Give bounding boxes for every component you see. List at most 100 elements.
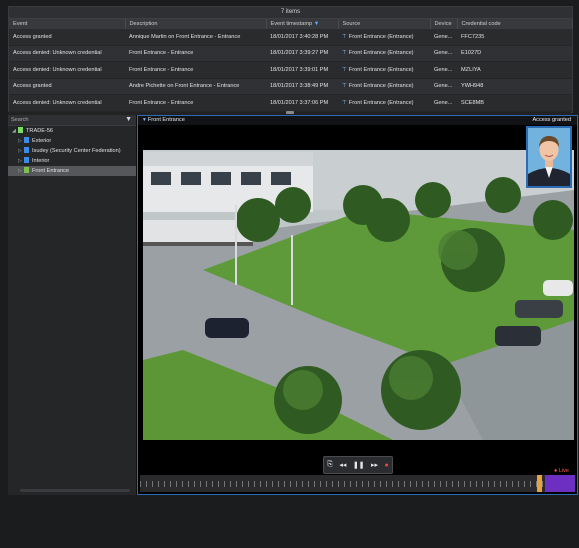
event-cell: ⊤ Front Entrance (Entrance) bbox=[338, 94, 430, 112]
tree-item-label: Isudey (Security Center Federation) bbox=[32, 148, 121, 154]
tree-item-label: TRADE-56 bbox=[26, 128, 54, 134]
event-cell-text: 18/01/2017 3:39:27 PM bbox=[270, 50, 329, 57]
event-cell-text: Access denied: Unknown credential bbox=[13, 66, 102, 73]
event-cell-text: 18/01/2017 3:39:01 PM bbox=[270, 66, 329, 73]
tree-item-label: Exterior bbox=[32, 138, 52, 144]
event-cell-text: Front Entrance (Entrance) bbox=[348, 83, 414, 90]
column-credential-code[interactable]: Credential code bbox=[457, 19, 573, 29]
surveillance-scene-image bbox=[143, 150, 574, 440]
event-cell-text: Gene... bbox=[434, 83, 453, 90]
event-cell: FFC7235 bbox=[457, 29, 572, 46]
event-cell-text: E1027D bbox=[461, 50, 482, 57]
event-cell: Gene... bbox=[430, 29, 457, 46]
event-row[interactable]: Access granted Andre Pichette on Front En… bbox=[9, 78, 572, 95]
column-event-timestamp[interactable]: Event timestamp ▼ bbox=[266, 19, 339, 29]
playback-timeline[interactable] bbox=[140, 475, 575, 492]
pause-icon[interactable]: ❚❚ bbox=[353, 461, 365, 469]
event-cell: ⊤ Front Entrance (Entrance) bbox=[338, 61, 430, 79]
event-cell-text: Front Entrance (Entrance) bbox=[348, 33, 414, 40]
tree-search-input[interactable]: Search ▼ bbox=[8, 115, 136, 126]
event-cell: Access granted bbox=[9, 78, 125, 95]
tree-node-list: ◢ TRADE-56 ▷ Exterior ▷ Isudey (Security Cent… bbox=[8, 126, 136, 176]
door-icon: ⊤ bbox=[342, 33, 347, 40]
event-cell-text: Access denied: Unknown credential bbox=[13, 50, 102, 57]
column-event[interactable]: Event bbox=[9, 19, 126, 29]
area-icon bbox=[24, 147, 29, 153]
event-cell-text: Front Entrance (Entrance) bbox=[348, 66, 414, 73]
rewind-icon[interactable]: ◂◂ bbox=[339, 461, 346, 469]
tile-camera-label: ▾ Front Entrance bbox=[143, 116, 185, 125]
event-cell: ⊤ Front Entrance (Entrance) bbox=[338, 45, 430, 62]
column-description[interactable]: Description bbox=[125, 19, 267, 29]
event-list-panel: 7 items Event Description Event timestam… bbox=[8, 6, 573, 113]
live-zone-indicator bbox=[545, 475, 575, 492]
filter-icon[interactable]: ▼ bbox=[125, 116, 132, 124]
event-row[interactable]: Access granted Annique Martin on Front En… bbox=[9, 29, 572, 46]
door-icon: ⊤ bbox=[342, 50, 347, 57]
cardholder-photo[interactable] bbox=[526, 126, 572, 188]
event-cell: Gene... bbox=[430, 78, 457, 95]
event-table: Event Description Event timestamp ▼ Sour… bbox=[9, 19, 573, 112]
timeline-playhead[interactable] bbox=[537, 475, 542, 492]
event-cell-text: Front Entrance (Entrance) bbox=[348, 50, 414, 57]
event-cell-text: SCE8MB bbox=[461, 99, 485, 106]
event-row[interactable]: Access denied: Unknown credential Front E… bbox=[9, 45, 572, 62]
event-cell: 18/01/2017 3:39:01 PM bbox=[266, 61, 338, 79]
tree-item-label: Front Entrance bbox=[32, 168, 69, 174]
camera-icon: ▾ bbox=[143, 117, 146, 123]
camera-tile[interactable]: ▾ Front Entrance Access granted ⎘ ◂◂ ❚❚ … bbox=[137, 115, 578, 495]
event-cell: Front Entrance - Entrance bbox=[125, 61, 266, 79]
splitter-grip-icon[interactable] bbox=[286, 111, 294, 114]
tree-item[interactable]: ▷ Front Entrance bbox=[8, 166, 136, 176]
event-cell-text: Front Entrance - Entrance bbox=[129, 66, 194, 73]
tree-item[interactable]: ▷ Exterior bbox=[8, 136, 136, 146]
fast-forward-icon[interactable]: ▸▸ bbox=[371, 461, 378, 469]
snapshot-icon[interactable]: ⎘ bbox=[327, 461, 333, 469]
event-cell: Andre Pichette on Front Entrance - Entra… bbox=[125, 78, 266, 95]
event-cell-text: Front Entrance - Entrance bbox=[129, 50, 194, 57]
event-cell-text: Gene... bbox=[434, 66, 453, 73]
event-cell: Front Entrance - Entrance bbox=[125, 94, 266, 112]
event-cell-text: FFC7235 bbox=[461, 33, 485, 40]
event-cell-text: MZLIYA bbox=[461, 66, 481, 73]
event-row[interactable]: Access denied: Unknown credential Front E… bbox=[9, 61, 572, 79]
event-cell-text: Access granted bbox=[13, 83, 52, 90]
event-cell: 18/01/2017 3:37:06 PM bbox=[266, 94, 338, 112]
event-cell-text: Front Entrance (Entrance) bbox=[348, 99, 414, 106]
event-cell-text: Gene... bbox=[434, 99, 453, 106]
door-icon: ⊤ bbox=[342, 83, 347, 90]
tile-header: ▾ Front Entrance Access granted bbox=[138, 116, 577, 125]
column-event-timestamp-label: Event timestamp bbox=[270, 21, 313, 27]
event-cell: 18/01/2017 3:38:49 PM bbox=[266, 78, 338, 95]
event-row[interactable]: Access denied: Unknown credential Front E… bbox=[9, 94, 572, 112]
door-icon: ⊤ bbox=[342, 99, 347, 106]
event-cell-text: Access granted bbox=[13, 33, 52, 40]
event-count-label: 7 items bbox=[9, 7, 572, 19]
area-icon bbox=[24, 137, 29, 143]
event-cell: Access denied: Unknown credential bbox=[9, 61, 125, 79]
door-icon: ⊤ bbox=[342, 66, 347, 73]
tree-item[interactable]: ◢ TRADE-56 bbox=[8, 126, 136, 136]
event-cell: ⊤ Front Entrance (Entrance) bbox=[338, 29, 430, 46]
event-cell: Access denied: Unknown credential bbox=[9, 45, 125, 62]
camera-name: Front Entrance bbox=[147, 117, 185, 123]
playback-controls: ⎘ ◂◂ ❚❚ ▸▸ ● bbox=[323, 456, 393, 474]
tree-item[interactable]: ▷ Interior bbox=[8, 156, 136, 166]
record-icon[interactable]: ● bbox=[385, 462, 389, 469]
event-table-body: Access granted Annique Martin on Front En… bbox=[9, 29, 572, 112]
tree-horizontal-scrollbar[interactable] bbox=[20, 489, 130, 492]
event-cell-text: 18/01/2017 3:37:06 PM bbox=[270, 99, 329, 106]
event-table-header: Event Description Event timestamp ▼ Sour… bbox=[9, 19, 573, 29]
timeline-ticks bbox=[140, 481, 575, 487]
tree-item[interactable]: ▷ Isudey (Security Center Federation) bbox=[8, 146, 136, 156]
event-cell: Gene... bbox=[430, 45, 457, 62]
column-source[interactable]: Source bbox=[338, 19, 431, 29]
event-cell-text: Andre Pichette on Front Entrance - Entra… bbox=[129, 83, 240, 90]
event-cell-text: YWH948 bbox=[461, 83, 484, 90]
event-cell-text: 18/01/2017 3:38:49 PM bbox=[270, 83, 329, 90]
area-view-tree: Search ▼ ◢ TRADE-56 ▷ Exterior ▷ Isudey (Secu… bbox=[8, 115, 137, 495]
sort-arrow-icon: ▼ bbox=[313, 21, 320, 27]
event-cell: 18/01/2017 3:39:27 PM bbox=[266, 45, 338, 62]
column-device[interactable]: Device bbox=[430, 19, 458, 29]
event-cell: Gene... bbox=[430, 94, 457, 112]
